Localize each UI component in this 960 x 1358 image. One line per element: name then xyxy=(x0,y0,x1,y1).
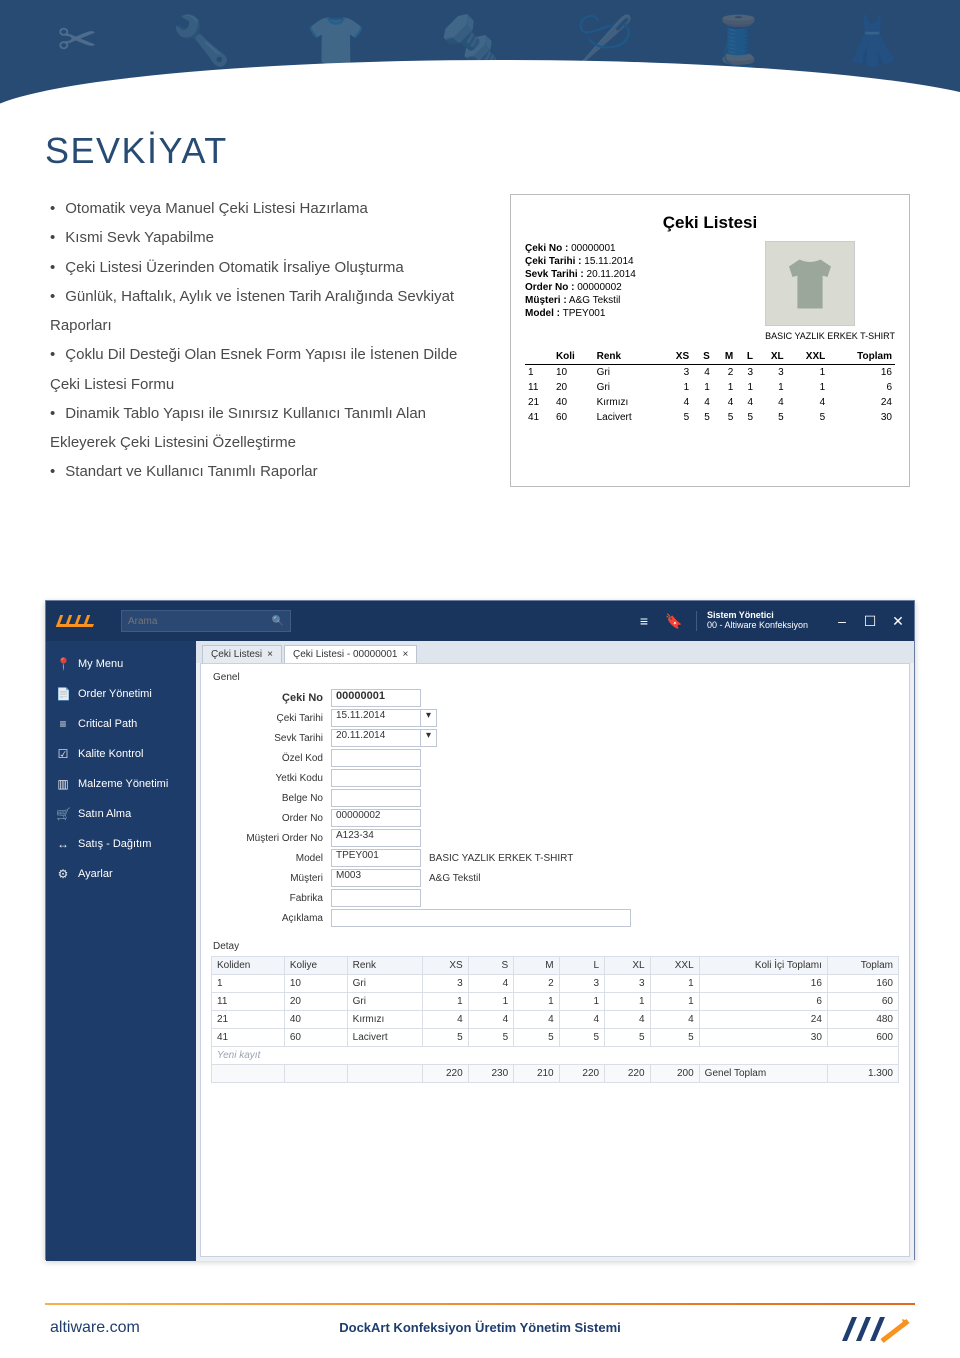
sidebar-icon: 🛒 xyxy=(56,807,70,821)
ceki-tarihi-field[interactable]: 15.11.2014 xyxy=(331,709,421,727)
minimize-icon[interactable]: – xyxy=(834,613,850,629)
sidebar-item[interactable]: 📄Order Yönetimi xyxy=(46,679,196,709)
sidebar-icon: ⚙ xyxy=(56,867,70,881)
close-icon[interactable]: × xyxy=(267,649,273,660)
page-title: SEVKİYAT xyxy=(45,130,915,172)
product-image xyxy=(765,241,855,326)
user-block[interactable]: Sistem Yönetici 00 - Altiware Konfeksiyo… xyxy=(696,611,808,631)
sidebar-item[interactable]: ↔Satış - Dağıtım xyxy=(46,829,196,859)
aciklama-field[interactable] xyxy=(331,909,631,927)
ozel-kod-field[interactable] xyxy=(331,749,421,767)
table-row[interactable]: 110Gri34233116160 xyxy=(212,975,899,993)
report-preview: Çeki Listesi Çeki No : 00000001 Çeki Tar… xyxy=(510,194,910,487)
tab-strip: Çeki Listesi × Çeki Listesi - 00000001 × xyxy=(196,641,914,663)
sidebar-item[interactable]: 📍My Menu xyxy=(46,649,196,679)
list-item: Kısmi Sevk Yapabilme xyxy=(50,223,480,252)
list-item: Dinamik Tablo Yapısı ile Sınırsız Kullan… xyxy=(50,399,480,458)
sidebar-item[interactable]: ☑Kalite Kontrol xyxy=(46,739,196,769)
musteri-order-no-field[interactable]: A123-34 xyxy=(331,829,421,847)
sidebar-icon: ↔ xyxy=(56,837,70,851)
detail-grid[interactable]: KolidenKoliyeRenkXSSMLXLXXLKoli İçi Topl… xyxy=(211,956,899,1083)
app-logo xyxy=(58,615,93,627)
tab-ceki-listesi-detail[interactable]: Çeki Listesi - 00000001 × xyxy=(284,645,417,663)
bookmark-icon[interactable]: 🔖 xyxy=(666,613,682,629)
musteri-field[interactable]: M003 xyxy=(331,869,421,887)
sevk-tarihi-field[interactable]: 20.11.2014 xyxy=(331,729,421,747)
search-box[interactable]: 🔍 xyxy=(121,610,291,632)
belge-no-field[interactable] xyxy=(331,789,421,807)
sidebar-icon: ▥ xyxy=(56,777,70,791)
list-item: Günlük, Haftalık, Aylık ve İstenen Tarih… xyxy=(50,282,480,341)
list-item: Çeki Listesi Üzerinden Otomatik İrsaliye… xyxy=(50,253,480,282)
sidebar-icon: ≡ xyxy=(56,717,70,731)
model-field[interactable]: TPEY001 xyxy=(331,849,421,867)
maximize-icon[interactable]: ☐ xyxy=(862,613,878,629)
table-row[interactable]: 4160Lacivert55555530600 xyxy=(212,1029,899,1047)
bullet-list: Otomatik veya Manuel Çeki Listesi Hazırl… xyxy=(45,194,480,487)
fabrika-field[interactable] xyxy=(331,889,421,907)
sidebar-item[interactable]: ≡Critical Path xyxy=(46,709,196,739)
detay-label: Detay xyxy=(211,939,899,956)
sidebar-icon: 📍 xyxy=(56,657,70,671)
sidebar-item[interactable]: ▥Malzeme Yönetimi xyxy=(46,769,196,799)
page-footer: altiware.com DockArt Konfeksiyon Üretim … xyxy=(0,1303,960,1358)
app-window: 🔍 ≡ 🔖 Sistem Yönetici 00 - Altiware Konf… xyxy=(45,600,915,1260)
form-genel: Çeki No00000001 Çeki Tarihi15.11.2014▾ S… xyxy=(241,689,899,927)
footer-title: DockArt Konfeksiyon Üretim Yönetim Siste… xyxy=(339,1320,621,1335)
accent-stripe xyxy=(0,56,40,68)
sidebar-item[interactable]: ⚙Ayarlar xyxy=(46,859,196,889)
footer-logo xyxy=(840,1311,910,1345)
ceki-no-field[interactable]: 00000001 xyxy=(331,689,421,707)
yetki-kodu-field[interactable] xyxy=(331,769,421,787)
calendar-icon[interactable]: ▾ xyxy=(421,709,437,727)
top-banner: ✂🔧👕🔩🪡🧵👗 xyxy=(0,0,960,120)
footer-url: altiware.com xyxy=(50,1319,140,1337)
banner-icons: ✂🔧👕🔩🪡🧵👗 xyxy=(0,0,960,120)
list-item: Otomatik veya Manuel Çeki Listesi Hazırl… xyxy=(50,194,480,223)
menu-icon[interactable]: ≡ xyxy=(636,613,652,629)
table-row[interactable]: 2140Kırmızı44444424480 xyxy=(212,1011,899,1029)
search-icon: 🔍 xyxy=(272,616,284,627)
tab-ceki-listesi[interactable]: Çeki Listesi × xyxy=(202,645,282,663)
sidebar-item[interactable]: 🛒Satın Alma xyxy=(46,799,196,829)
report-title: Çeki Listesi xyxy=(525,213,895,233)
titlebar: 🔍 ≡ 🔖 Sistem Yönetici 00 - Altiware Konf… xyxy=(46,601,914,641)
close-icon[interactable]: ✕ xyxy=(890,613,906,629)
list-item: Çoklu Dil Desteği Olan Esnek Form Yapısı… xyxy=(50,340,480,399)
order-no-field[interactable]: 00000002 xyxy=(331,809,421,827)
sidebar-icon: ☑ xyxy=(56,747,70,761)
close-icon[interactable]: × xyxy=(403,649,409,660)
report-table: Koli Renk XS S M L XL XXL Toplam 110Gri3… xyxy=(525,349,895,425)
sidebar-icon: 📄 xyxy=(56,687,70,701)
calendar-icon[interactable]: ▾ xyxy=(421,729,437,747)
table-row[interactable]: 1120Gri111111660 xyxy=(212,993,899,1011)
list-item: Standart ve Kullanıcı Tanımlı Raporlar xyxy=(50,457,480,486)
sidebar: 📍My Menu📄Order Yönetimi≡Critical Path☑Ka… xyxy=(46,641,196,1261)
search-input[interactable] xyxy=(128,616,272,627)
section-label: Genel xyxy=(211,670,899,687)
